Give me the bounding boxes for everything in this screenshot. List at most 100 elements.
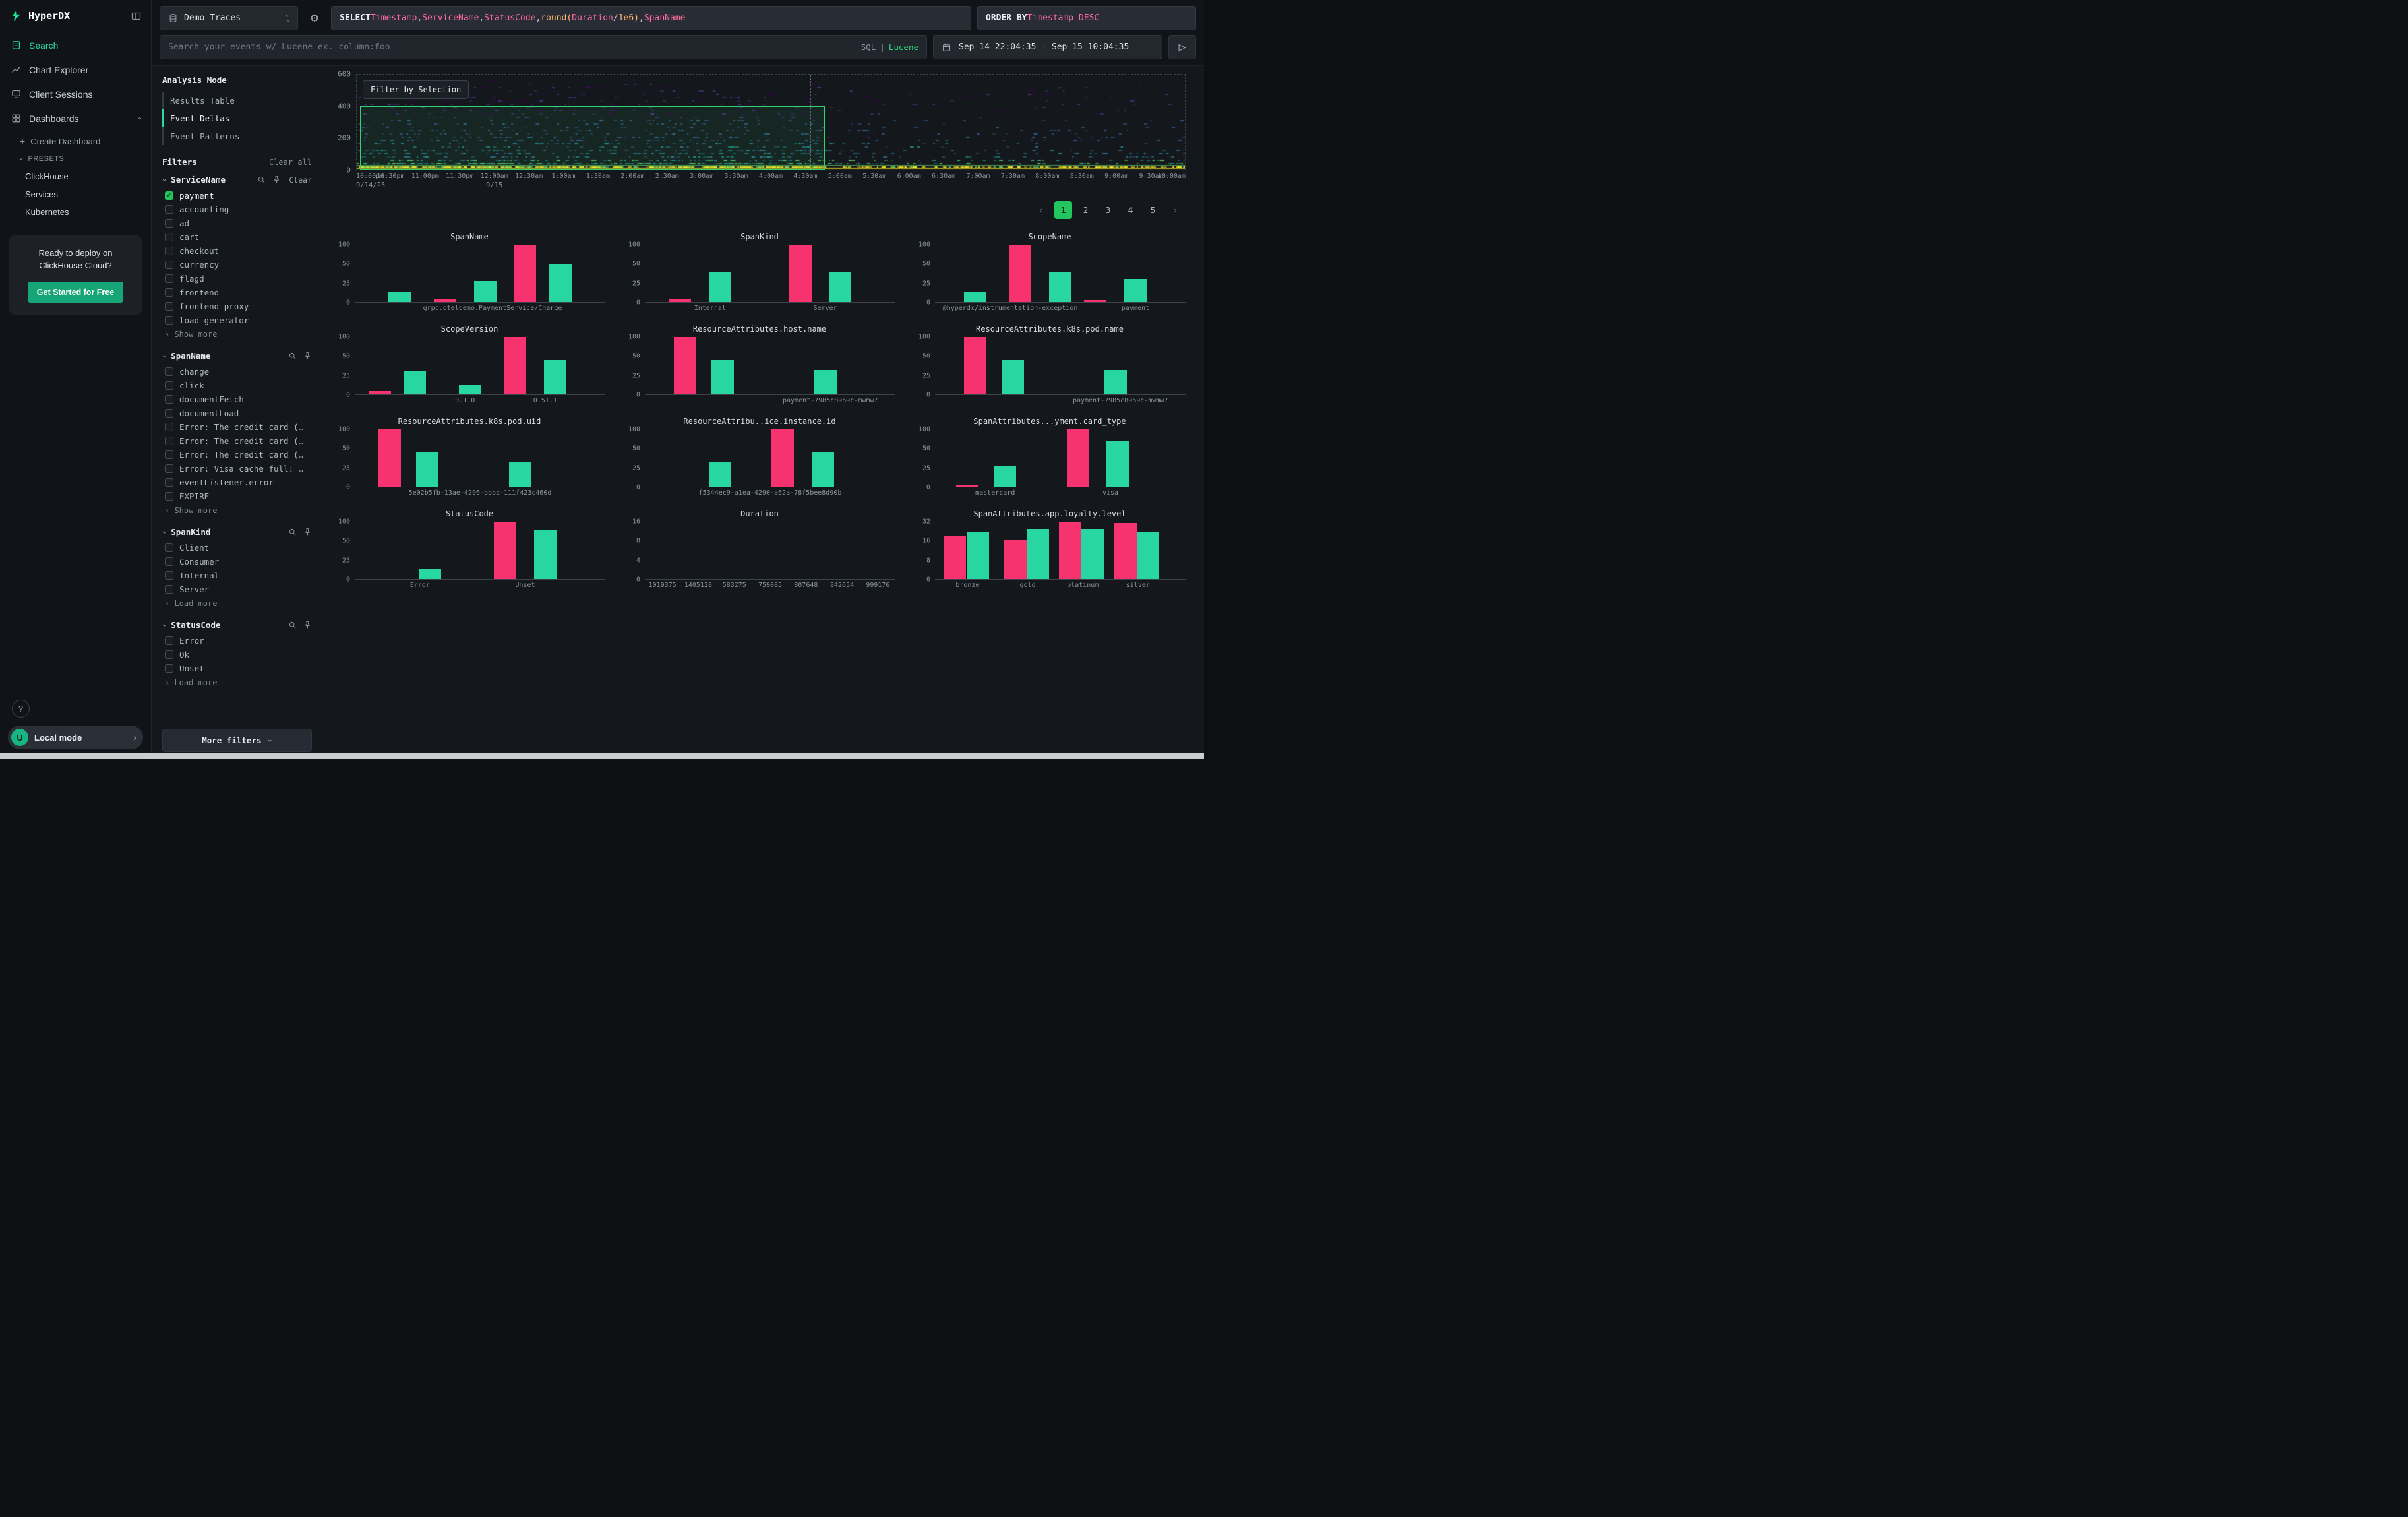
search-icon[interactable]: [257, 175, 266, 184]
bar-green[interactable]: [388, 292, 411, 302]
facet-option-frontend[interactable]: frontend: [162, 286, 312, 299]
checkbox-icon[interactable]: [165, 478, 173, 487]
checkbox-icon[interactable]: [165, 316, 173, 325]
facet-option-flagd[interactable]: flagd: [162, 272, 312, 286]
bar-green[interactable]: [509, 462, 531, 487]
checkbox-icon[interactable]: [165, 650, 173, 659]
bar-pink[interactable]: [789, 245, 812, 302]
bar-green[interactable]: [829, 272, 851, 302]
order-by[interactable]: ORDER BY Timestamp DESC: [977, 6, 1196, 30]
facet-option-documentload[interactable]: documentLoad: [162, 406, 312, 420]
create-dashboard-button[interactable]: + Create Dashboard: [0, 132, 151, 150]
facet-option-unset[interactable]: Unset: [162, 662, 312, 675]
checkbox-icon[interactable]: [165, 219, 173, 228]
bar-green[interactable]: [1002, 360, 1024, 394]
sql-mode-label[interactable]: SQL: [861, 42, 876, 52]
facet-more-link[interactable]: › Load more: [162, 596, 312, 608]
bar-green[interactable]: [544, 360, 566, 394]
facet-clear-button[interactable]: Clear: [289, 175, 312, 185]
pagination-page-1[interactable]: 1: [1054, 201, 1072, 219]
bar-pink[interactable]: [369, 391, 391, 394]
bar-green[interactable]: [994, 466, 1016, 487]
checkbox-icon[interactable]: [165, 261, 173, 269]
help-button[interactable]: ?: [12, 700, 30, 718]
settings-gear-icon[interactable]: ⚙: [304, 6, 325, 30]
chevron-down-icon[interactable]: ›: [162, 177, 169, 182]
checkbox-icon[interactable]: [165, 557, 173, 566]
chevron-down-icon[interactable]: ›: [162, 623, 169, 627]
bar-pink[interactable]: [1114, 523, 1137, 579]
run-query-button[interactable]: ▷: [1168, 35, 1196, 59]
facet-option-currency[interactable]: currency: [162, 258, 312, 272]
pagination-page-2[interactable]: 2: [1077, 201, 1095, 219]
horizontal-scrollbar[interactable]: [0, 753, 1204, 758]
date-range-picker[interactable]: Sep 14 22:04:35 - Sep 15 10:04:35: [933, 35, 1162, 59]
preset-services[interactable]: Services: [0, 185, 151, 203]
bar-green[interactable]: [534, 530, 557, 579]
pagination-page-4[interactable]: 4: [1122, 201, 1139, 219]
checkbox-icon[interactable]: [165, 395, 173, 404]
checkbox-icon[interactable]: [165, 233, 173, 241]
facet-option-change[interactable]: change: [162, 365, 312, 379]
pagination-page-3[interactable]: 3: [1099, 201, 1117, 219]
facet-option-click[interactable]: click: [162, 379, 312, 392]
pin-icon[interactable]: [303, 528, 312, 536]
checkbox-icon[interactable]: [165, 636, 173, 645]
bar-green[interactable]: [1137, 532, 1159, 579]
facet-option-load-generator[interactable]: load-generator: [162, 313, 312, 327]
checkbox-icon[interactable]: [165, 492, 173, 501]
facet-option-frontend-proxy[interactable]: frontend-proxy: [162, 299, 312, 313]
bar-green[interactable]: [812, 452, 834, 487]
sidebar-collapse-icon[interactable]: [131, 11, 142, 22]
checkbox-icon[interactable]: [165, 409, 173, 418]
pagination-prev-button[interactable]: ‹: [1032, 201, 1050, 219]
facet-option-ok[interactable]: Ok: [162, 648, 312, 662]
bar-pink[interactable]: [1059, 522, 1081, 579]
bar-pink[interactable]: [1084, 300, 1106, 302]
bar-green[interactable]: [1027, 529, 1049, 579]
facet-more-link[interactable]: › Show more: [162, 503, 312, 515]
checkbox-icon[interactable]: [165, 585, 173, 594]
bar-pink[interactable]: [378, 429, 401, 487]
bar-pink[interactable]: [964, 337, 986, 394]
checkbox-icon[interactable]: [165, 205, 173, 214]
checkbox-icon[interactable]: [165, 543, 173, 552]
nav-item-client-sessions[interactable]: Client Sessions: [0, 82, 151, 106]
chevron-down-icon[interactable]: ›: [162, 530, 169, 534]
bar-green[interactable]: [1081, 529, 1104, 579]
facet-option-error-the-credit-card[interactable]: Error: The credit card (…: [162, 448, 312, 462]
lucene-mode-label[interactable]: Lucene: [889, 42, 918, 52]
bar-green[interactable]: [967, 532, 989, 580]
get-started-button[interactable]: Get Started for Free: [28, 282, 123, 303]
facet-option-expire[interactable]: EXPIRE: [162, 489, 312, 503]
facet-option-error-the-credit-card[interactable]: Error: The credit card (…: [162, 420, 312, 434]
chevron-down-icon[interactable]: ›: [162, 354, 169, 358]
nav-item-search[interactable]: Search: [0, 33, 151, 57]
checkbox-icon[interactable]: [165, 302, 173, 311]
nav-item-chart-explorer[interactable]: Chart Explorer: [0, 57, 151, 82]
facet-option-payment[interactable]: ✓payment: [162, 189, 312, 202]
more-filters-button[interactable]: More filters ›: [162, 729, 312, 752]
bar-green[interactable]: [1124, 279, 1147, 302]
facet-option-server[interactable]: Server: [162, 582, 312, 596]
facet-option-consumer[interactable]: Consumer: [162, 555, 312, 569]
checkbox-icon[interactable]: ✓: [165, 191, 173, 200]
search-icon[interactable]: [288, 352, 297, 360]
local-mode-button[interactable]: U Local mode ›: [8, 726, 143, 749]
facet-option-ad[interactable]: ad: [162, 216, 312, 230]
bar-pink[interactable]: [494, 522, 516, 579]
bar-pink[interactable]: [504, 337, 526, 394]
bar-green[interactable]: [709, 272, 731, 302]
checkbox-icon[interactable]: [165, 664, 173, 673]
bar-green[interactable]: [814, 370, 837, 394]
analysis-mode-event-patterns[interactable]: Event Patterns: [162, 127, 312, 145]
checkbox-icon[interactable]: [165, 367, 173, 376]
checkbox-icon[interactable]: [165, 288, 173, 297]
facet-option-error-visa-cache-full[interactable]: Error: Visa cache full: …: [162, 462, 312, 476]
source-select[interactable]: Demo Traces ››: [160, 6, 298, 30]
bar-green[interactable]: [474, 281, 497, 302]
clear-all-button[interactable]: Clear all: [269, 158, 312, 167]
bar-green[interactable]: [964, 292, 986, 302]
bar-green[interactable]: [709, 462, 731, 487]
pin-icon[interactable]: [272, 175, 281, 184]
